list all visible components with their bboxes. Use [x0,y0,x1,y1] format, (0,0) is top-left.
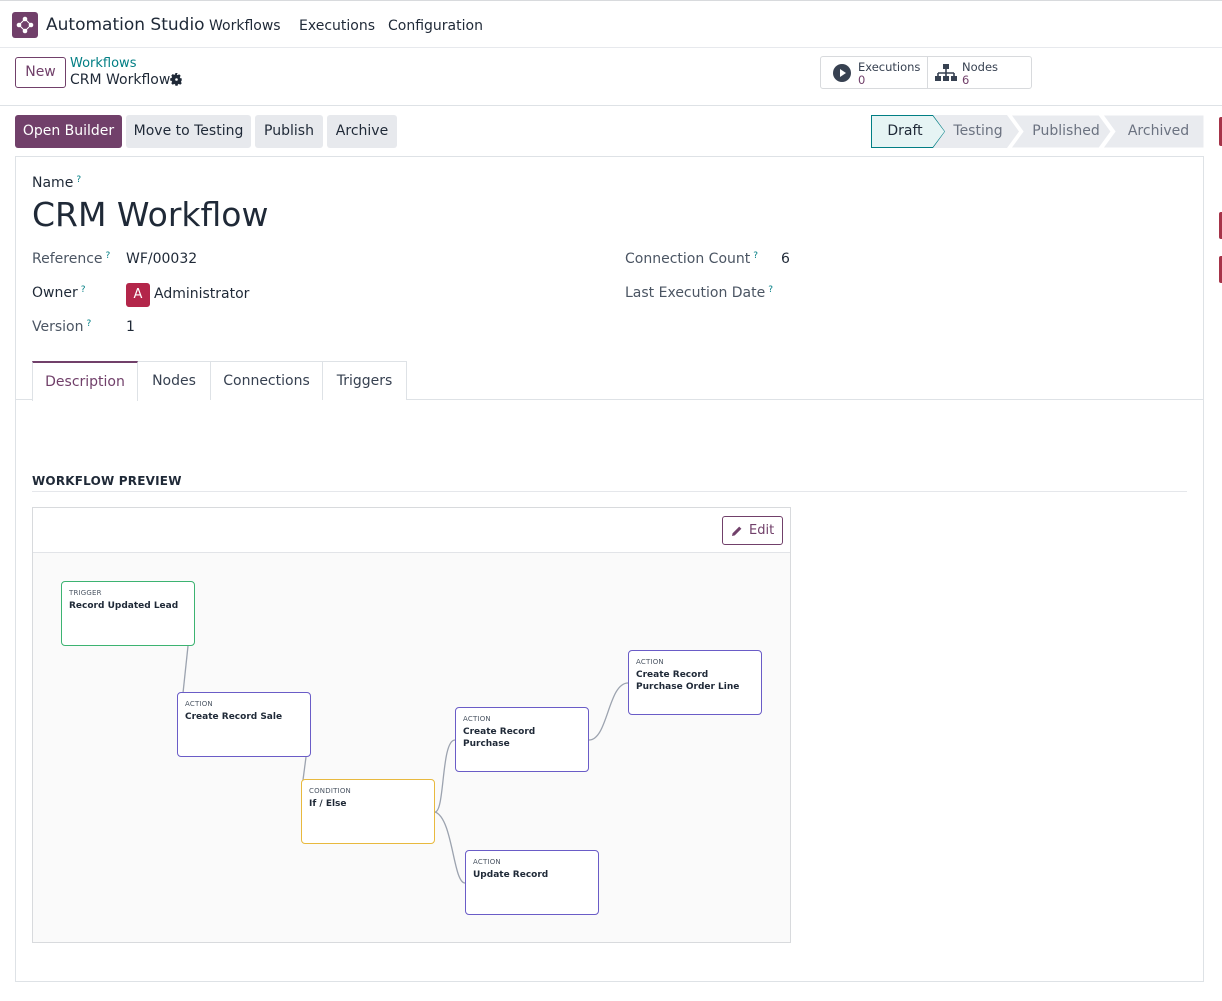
node-kind: ACTION [463,715,491,723]
node-name: Create Record Sale [185,712,283,722]
open-builder-button[interactable]: Open Builder [15,115,122,148]
menu-workflows[interactable]: Workflows [209,18,281,34]
executions-stat-label: Executions [858,60,921,74]
connection-count-label: Connection Count? [625,251,759,267]
play-circle-icon [833,64,851,82]
node-kind: ACTION [636,658,664,666]
sitemap-icon [935,64,957,81]
version-label: Version? [32,319,92,335]
workflow-node-action[interactable]: ACTION Create Record Purchase [455,707,589,772]
gear-icon[interactable] [170,73,183,86]
node-name: Create Record Purchase [463,727,536,749]
node-name: Create Record Purchase Order Line [636,670,740,692]
workflow-node-action[interactable]: ACTION Update Record [465,850,599,915]
flow-connections [182,645,629,884]
publish-button[interactable]: Publish [255,115,323,148]
top-navbar: Automation Studio Workflows Executions C… [0,0,1222,48]
help-icon[interactable]: ? [76,175,81,185]
connection-line [182,645,189,694]
help-icon[interactable]: ? [81,285,86,295]
section-title: WORKFLOW PREVIEW [32,474,182,488]
connection-line [588,682,629,741]
node-kind: CONDITION [309,787,351,795]
workflow-node-action[interactable]: ACTION Create Record Sale [177,692,311,757]
workflow-name-field[interactable]: CRM Workflow [32,195,268,234]
version-value: 1 [126,319,135,335]
workflow-node-action[interactable]: ACTION Create Record Purchase Order Line [628,650,762,715]
node-kind: ACTION [185,700,213,708]
section-divider [32,491,1187,492]
nodes-stat-value: 6 [962,73,970,87]
node-kind: TRIGGER [69,589,102,597]
help-icon[interactable]: ? [753,251,758,261]
menu-executions[interactable]: Executions [299,18,375,34]
executions-stat-button[interactable]: Executions 0 [821,57,927,88]
reference-label: Reference? [32,251,111,267]
reference-value: WF/00032 [126,251,198,267]
connection-line [434,811,466,884]
connection-line [302,756,307,781]
owner-field[interactable]: Administrator [154,286,249,302]
tab-triggers[interactable]: Triggers [322,361,407,400]
workflow-node-trigger[interactable]: TRIGGER Record Updated Lead [61,581,195,646]
workflow-preview: Edit TRIGGER Record Updated Lead ACTION … [32,507,791,943]
move-to-testing-button[interactable]: Move to Testing [126,115,251,148]
help-icon[interactable]: ? [768,285,773,295]
help-icon[interactable]: ? [106,251,111,261]
control-panel: New Workflows CRM Workflow Executions 0 … [0,48,1222,106]
app-logo-icon[interactable] [12,12,38,38]
connection-line [434,739,456,813]
new-button[interactable]: New [15,57,66,88]
executions-stat-value: 0 [858,73,866,87]
status-testing[interactable]: Testing [933,115,1019,148]
help-icon[interactable]: ? [86,319,91,329]
smart-buttons: Executions 0 Nodes 6 [820,56,1032,89]
status-archived[interactable]: Archived [1103,115,1204,148]
node-kind: ACTION [473,858,501,866]
menu-configuration[interactable]: Configuration [388,18,483,34]
breadcrumb-current: CRM Workflow [70,72,171,88]
tab-connections[interactable]: Connections [210,361,323,400]
avatar[interactable]: A [126,283,150,307]
tab-description[interactable]: Description [32,361,138,401]
nodes-stat-label: Nodes [962,60,999,74]
connection-count-value: 6 [781,251,790,267]
workflow-node-condition[interactable]: CONDITION If / Else [301,779,435,844]
app-name[interactable]: Automation Studio [46,15,205,35]
breadcrumb-parent[interactable]: Workflows [70,56,136,71]
tab-nodes[interactable]: Nodes [137,361,211,400]
node-name: Update Record [473,870,549,880]
owner-label: Owner? [32,285,86,301]
last-execution-label: Last Execution Date? [625,285,774,301]
nodes-stat-button[interactable]: Nodes 6 [928,57,1032,88]
status-published[interactable]: Published [1011,115,1112,148]
name-label: Name? [32,175,82,191]
node-name: If / Else [309,799,347,809]
archive-button[interactable]: Archive [327,115,397,148]
node-name: Record Updated Lead [69,601,179,611]
